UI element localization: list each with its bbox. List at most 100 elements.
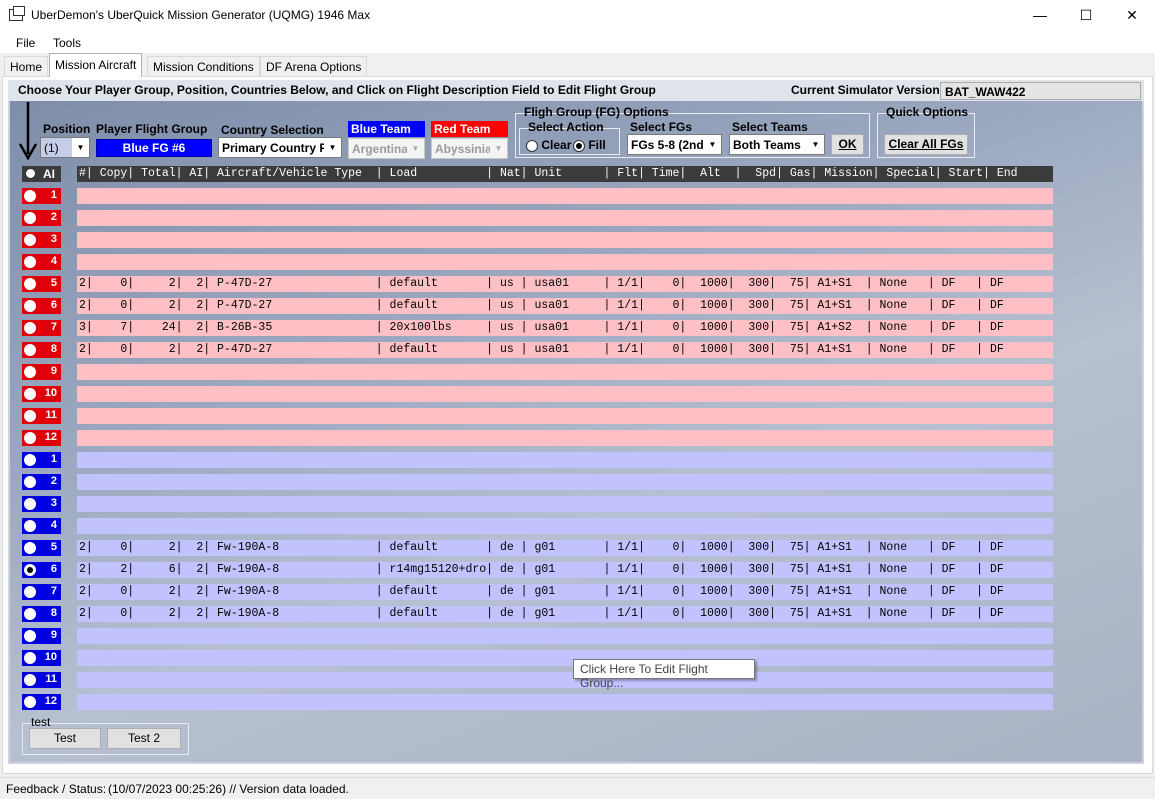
- red-fg-row-7[interactable]: 3| 7| 24| 2| B-26B-35 | 20x100lbs | us |…: [77, 320, 1053, 336]
- fg-number: 8: [50, 343, 57, 355]
- red-fg-select-8[interactable]: 8: [22, 342, 61, 358]
- fg-number: 5: [50, 541, 57, 553]
- blue-fg-row-3[interactable]: [77, 496, 1053, 512]
- red-fg-row-4[interactable]: [77, 254, 1053, 270]
- radio-icon: [24, 410, 36, 422]
- all-select[interactable]: AI: [22, 166, 61, 182]
- select-teams-label: Select Teams: [732, 120, 808, 134]
- red-team-value: Abyssinia: [435, 142, 492, 156]
- red-fg-select-4[interactable]: 4: [22, 254, 61, 270]
- test-button[interactable]: Test: [29, 728, 101, 749]
- radio-icon: [24, 344, 36, 356]
- window-title: UberDemon's UberQuick Mission Generator …: [31, 8, 371, 22]
- blue-fg-select-3[interactable]: 3: [22, 496, 61, 512]
- blue-fg-select-10[interactable]: 10: [22, 650, 61, 666]
- red-fg-select-7[interactable]: 7: [22, 320, 61, 336]
- red-fg-select-6[interactable]: 6: [22, 298, 61, 314]
- tab-df-arena-options[interactable]: DF Arena Options: [260, 56, 368, 76]
- blue-fg-row-11[interactable]: [77, 672, 1053, 688]
- chevron-down-icon: ▼: [72, 138, 89, 157]
- red-fg-row-10[interactable]: [77, 386, 1053, 402]
- blue-fg-row-4[interactable]: [77, 518, 1053, 534]
- menu-tools[interactable]: Tools: [53, 36, 81, 50]
- radio-icon: [24, 652, 36, 664]
- blue-fg-row-7[interactable]: 2| 0| 2| 2| Fw-190A-8 | default | de | g…: [77, 584, 1053, 600]
- red-fg-select-11[interactable]: 11: [22, 408, 61, 424]
- red-fg-select-9[interactable]: 9: [22, 364, 61, 380]
- radio-icon: [24, 608, 36, 620]
- red-fg-row-2[interactable]: [77, 210, 1053, 226]
- fg-number: 1: [50, 453, 57, 465]
- ok-button[interactable]: OK: [831, 134, 864, 155]
- blue-fg-row-12[interactable]: [77, 694, 1053, 710]
- fill-radio[interactable]: Fill: [573, 138, 606, 152]
- blue-fg-row-1[interactable]: [77, 452, 1053, 468]
- blue-fg-select-4[interactable]: 4: [22, 518, 61, 534]
- blue-fg-row-9[interactable]: [77, 628, 1053, 644]
- red-fg-select-2[interactable]: 2: [22, 210, 61, 226]
- close-button[interactable]: ✕: [1109, 0, 1155, 31]
- red-fg-row-5[interactable]: 2| 0| 2| 2| P-47D-27 | default | us | us…: [77, 276, 1053, 292]
- blue-fg-row-6[interactable]: 2| 2| 6| 2| Fw-190A-8 | r14mg15120+dro| …: [77, 562, 1053, 578]
- select-fgs-label: Select FGs: [630, 120, 693, 134]
- red-fg-row-3[interactable]: [77, 232, 1053, 248]
- clear-radio-icon: [526, 139, 538, 152]
- position-select[interactable]: (1) ▼: [40, 137, 90, 158]
- blue-fg-row-8[interactable]: 2| 0| 2| 2| Fw-190A-8 | default | de | g…: [77, 606, 1053, 622]
- tab-home[interactable]: Home: [4, 56, 49, 76]
- radio-icon: [24, 322, 36, 334]
- radio-icon: [24, 234, 36, 246]
- blue-fg-row-10[interactable]: [77, 650, 1053, 666]
- blue-fg-select-6[interactable]: 6: [22, 562, 61, 578]
- red-fg-row-12[interactable]: [77, 430, 1053, 446]
- tab-mission-conditions[interactable]: Mission Conditions: [147, 56, 260, 76]
- fg-number: 7: [50, 321, 57, 333]
- red-fg-select-5[interactable]: 5: [22, 276, 61, 292]
- test-2-button[interactable]: Test 2: [107, 728, 181, 749]
- radio-icon: [24, 564, 36, 576]
- clear-radio[interactable]: Clear: [526, 138, 571, 152]
- blue-fg-select-7[interactable]: 7: [22, 584, 61, 600]
- red-fg-row-11[interactable]: [77, 408, 1053, 424]
- down-arrow-icon: [18, 102, 38, 160]
- player-fg-field[interactable]: Blue FG #6: [96, 139, 212, 157]
- status-bar: Feedback / Status: (10/07/2023 00:25:26)…: [0, 777, 1155, 799]
- fg-number: 12: [44, 695, 57, 707]
- red-fg-row-1[interactable]: [77, 188, 1053, 204]
- red-fg-select-10[interactable]: 10: [22, 386, 61, 402]
- menu-file[interactable]: File: [16, 36, 35, 50]
- blue-fg-select-8[interactable]: 8: [22, 606, 61, 622]
- chevron-down-icon: ▼: [490, 139, 507, 158]
- select-teams-select[interactable]: Both Teams ▼: [729, 134, 825, 155]
- clear-all-fgs-button[interactable]: Clear All FGs: [884, 134, 968, 155]
- red-fg-row-8[interactable]: 2| 0| 2| 2| P-47D-27 | default | us | us…: [77, 342, 1053, 358]
- red-fg-row-6[interactable]: 2| 0| 2| 2| P-47D-27 | default | us | us…: [77, 298, 1053, 314]
- blue-fg-select-12[interactable]: 12: [22, 694, 61, 710]
- blue-fg-select-1[interactable]: 1: [22, 452, 61, 468]
- blue-fg-select-5[interactable]: 5: [22, 540, 61, 556]
- select-fgs-select[interactable]: FGs 5-8 (2nd ▼: [627, 134, 722, 155]
- radio-icon: [24, 696, 36, 708]
- fg-number: 9: [50, 629, 57, 641]
- radio-icon: [24, 630, 36, 642]
- blue-fg-select-9[interactable]: 9: [22, 628, 61, 644]
- blue-team-select: Argentina ▼: [348, 138, 425, 159]
- clear-radio-label: Clear: [541, 138, 572, 152]
- blue-fg-row-2[interactable]: [77, 474, 1053, 490]
- blue-fg-row-5[interactable]: 2| 0| 2| 2| Fw-190A-8 | default | de | g…: [77, 540, 1053, 556]
- blue-fg-select-2[interactable]: 2: [22, 474, 61, 490]
- country-select[interactable]: Primary Country F ▼: [218, 137, 342, 158]
- tab-mission-aircraft[interactable]: Mission Aircraft: [49, 53, 143, 77]
- red-fg-row-9[interactable]: [77, 364, 1053, 380]
- red-fg-select-1[interactable]: 1: [22, 188, 61, 204]
- radio-icon: [24, 278, 36, 290]
- maximize-button[interactable]: ☐: [1063, 0, 1109, 31]
- red-fg-select-3[interactable]: 3: [22, 232, 61, 248]
- radio-icon: [24, 432, 36, 444]
- fg-number: 3: [50, 233, 57, 245]
- radio-icon: [24, 190, 36, 202]
- blue-fg-select-11[interactable]: 11: [22, 672, 61, 688]
- red-fg-select-12[interactable]: 12: [22, 430, 61, 446]
- fg-number: 2: [50, 211, 57, 223]
- minimize-button[interactable]: —: [1017, 0, 1063, 31]
